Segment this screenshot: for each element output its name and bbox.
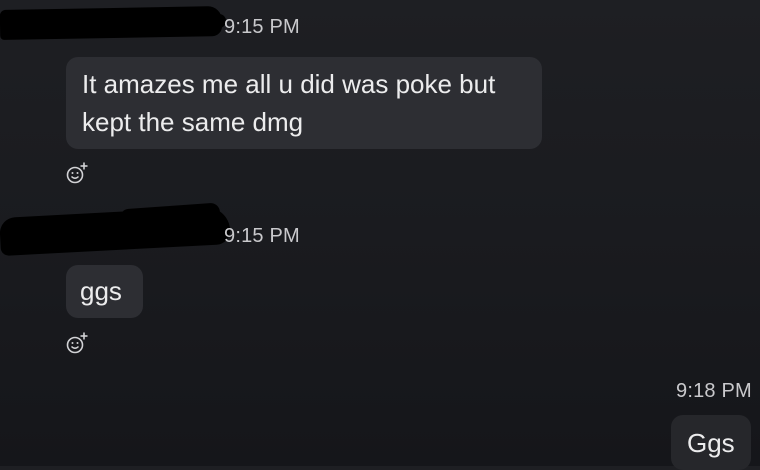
message-timestamp: 9:15 PM <box>224 16 300 38</box>
redaction-stroke <box>196 14 226 28</box>
message-text-line: kept the same dmg <box>82 107 304 137</box>
redacted-sender-name <box>0 6 223 40</box>
message-text-line: ggs <box>80 276 122 306</box>
message-timestamp: 9:15 PM <box>224 225 300 247</box>
add-reaction-icon[interactable] <box>64 160 90 186</box>
message-bubble-incoming[interactable]: It amazes me all u did was poke but kept… <box>66 57 542 149</box>
message-text-line: Ggs <box>687 428 735 458</box>
message-bubble-incoming[interactable]: ggs <box>66 265 143 318</box>
message-text-line: It amazes me all u did was poke but <box>82 69 496 99</box>
message-timestamp: 9:18 PM <box>676 380 752 402</box>
add-reaction-icon[interactable] <box>64 330 90 356</box>
message-bubble-outgoing[interactable]: Ggs <box>671 415 751 470</box>
